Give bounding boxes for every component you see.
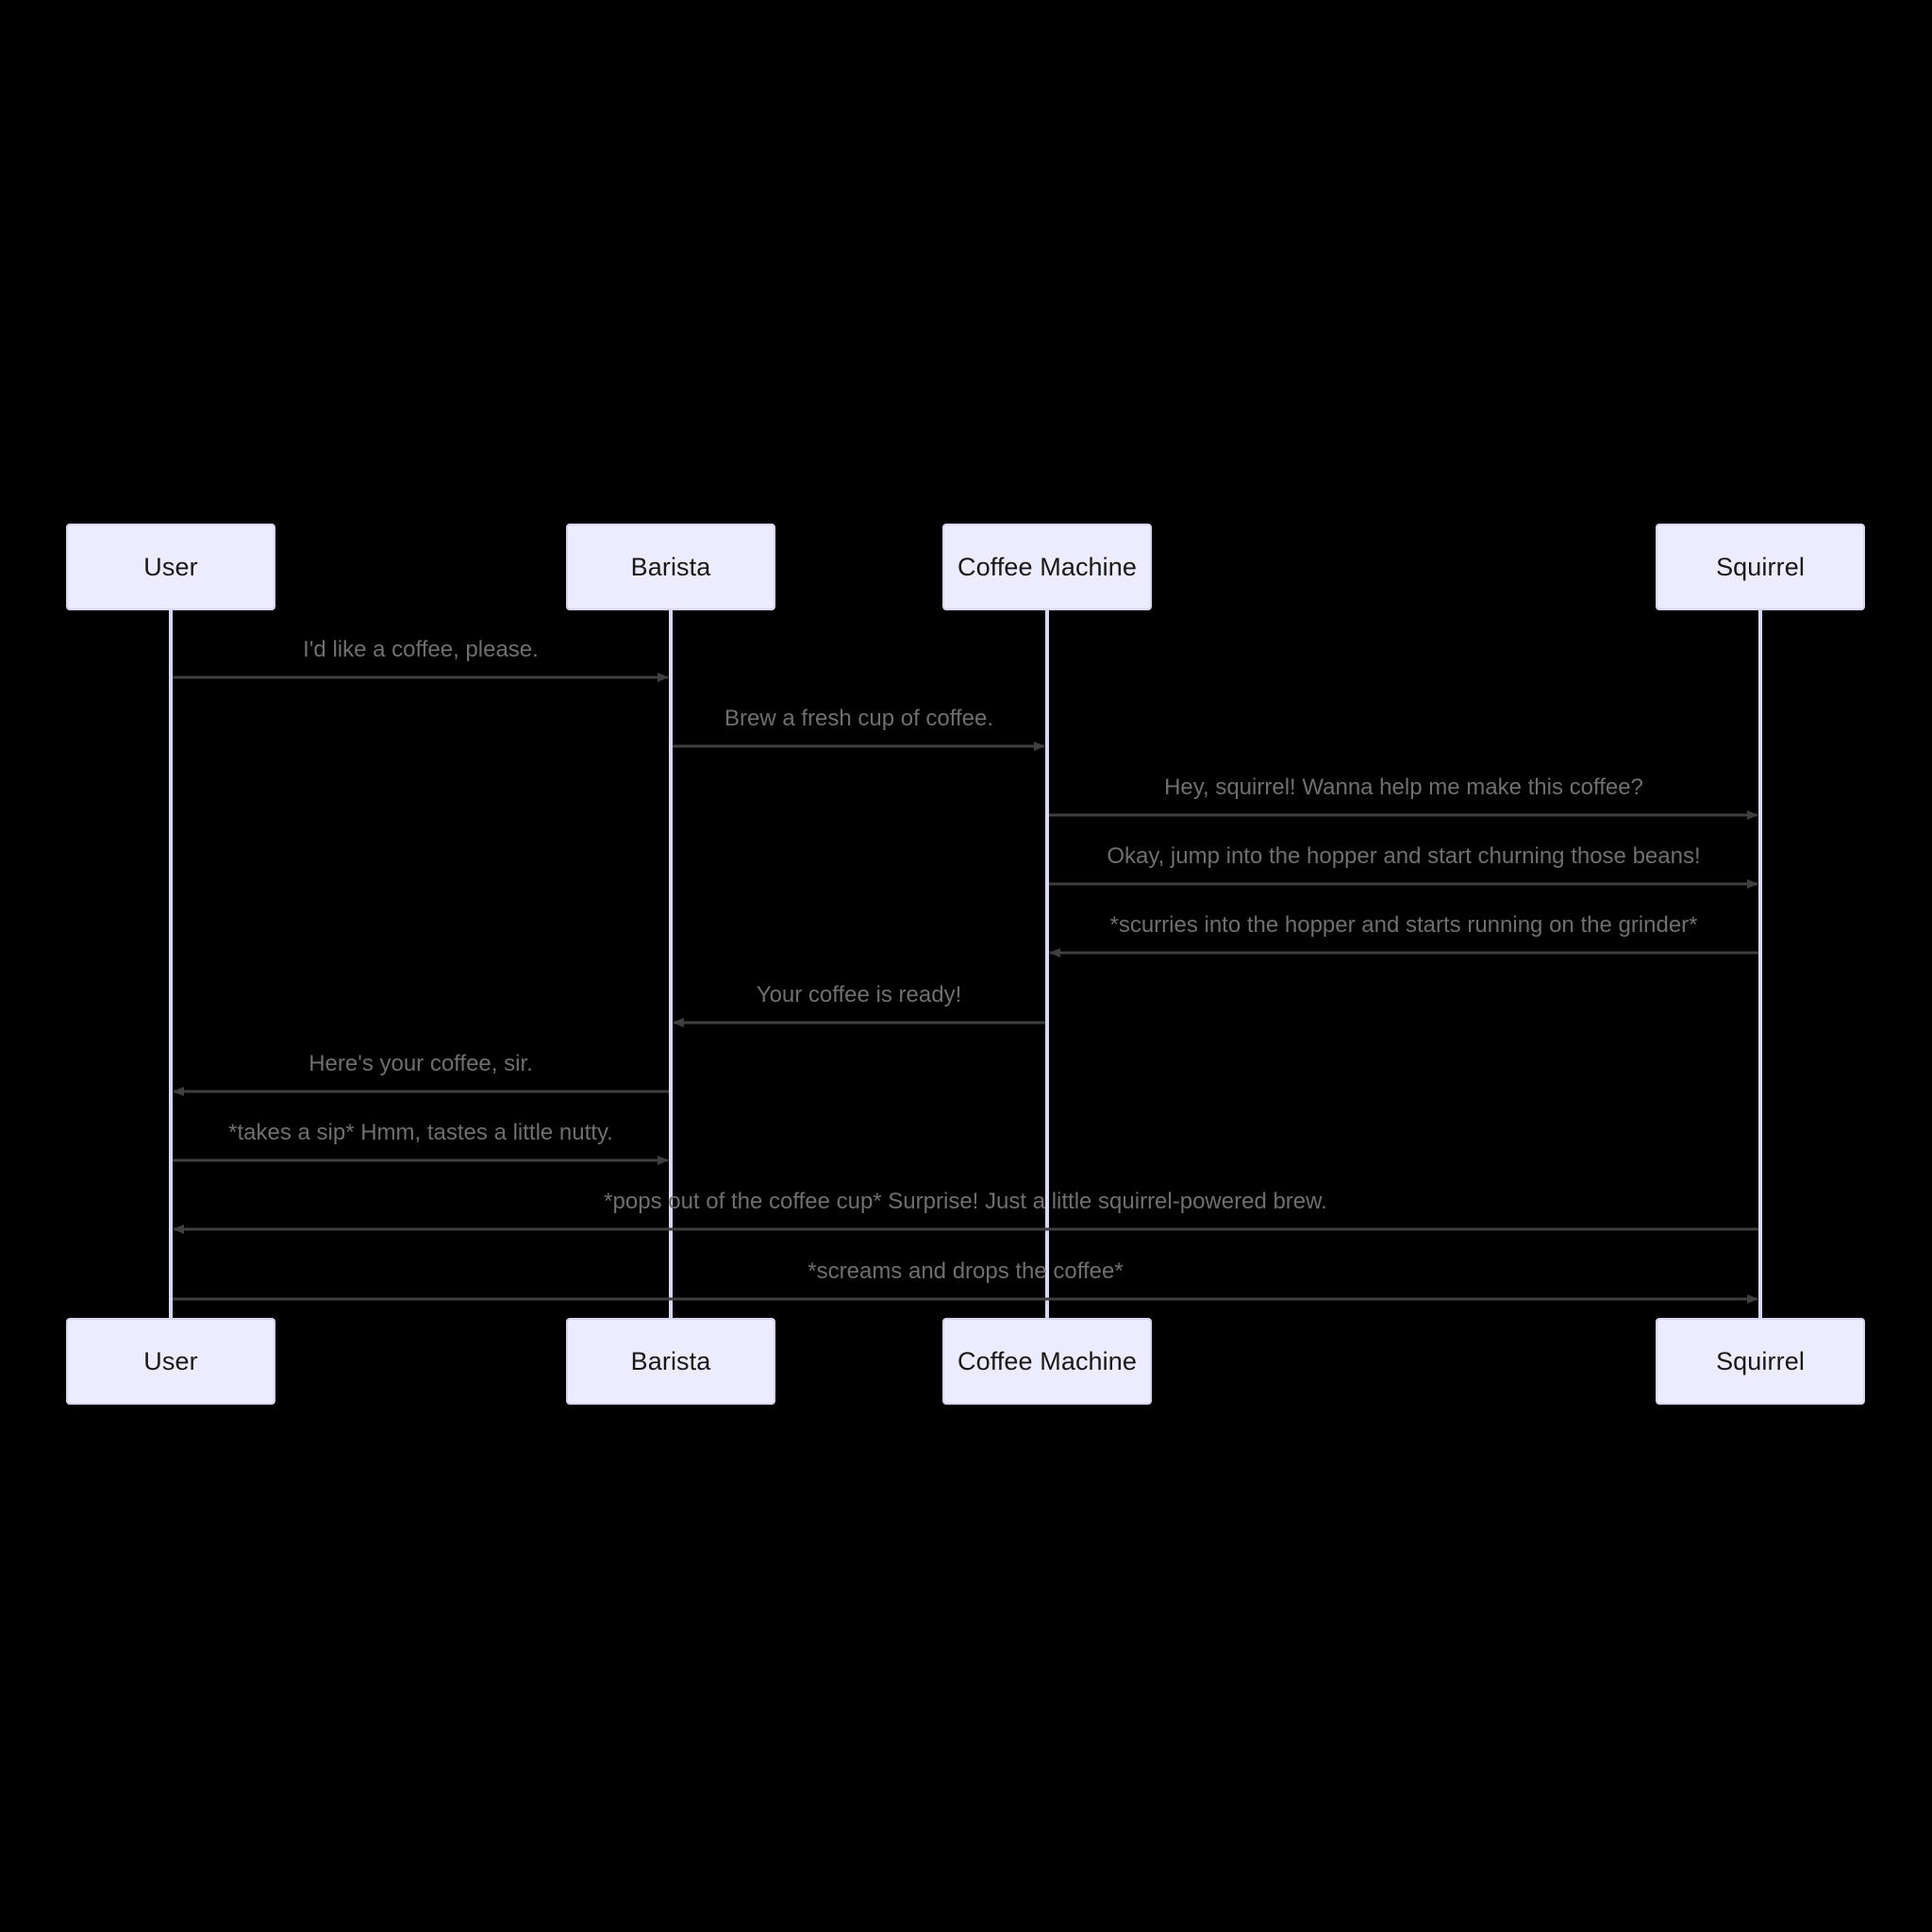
actor-box-barista-top[interactable]: Barista [566, 524, 775, 610]
message-arrows-group [173, 673, 1758, 1304]
actor-label: Barista [630, 552, 711, 581]
actor-label: User [143, 1346, 198, 1375]
actor-label: Squirrel [1716, 552, 1805, 581]
actor-box-barista-bottom[interactable]: Barista [566, 1318, 775, 1405]
actor-label: Barista [630, 1346, 711, 1375]
actor-label: User [143, 552, 198, 581]
actor-box-user-bottom[interactable]: User [66, 1318, 275, 1405]
actor-label: Coffee Machine [957, 1346, 1138, 1375]
lifelines-group [169, 610, 1762, 1318]
sequence-diagram-canvas: User Barista Coffee Machine Squirrel User Ba… [0, 0, 1932, 1932]
actor-box-coffee_machine-bottom[interactable]: Coffee Machine [942, 1318, 1152, 1405]
actor-box-squirrel-top[interactable]: Squirrel [1656, 524, 1865, 610]
actor-box-squirrel-bottom[interactable]: Squirrel [1656, 1318, 1865, 1405]
diagram-lines-layer [169, 610, 1762, 1318]
actor-label: Squirrel [1716, 1346, 1805, 1375]
actor-label: Coffee Machine [957, 552, 1138, 581]
actor-box-coffee_machine-top[interactable]: Coffee Machine [942, 524, 1152, 610]
actor-box-user-top[interactable]: User [66, 524, 275, 610]
